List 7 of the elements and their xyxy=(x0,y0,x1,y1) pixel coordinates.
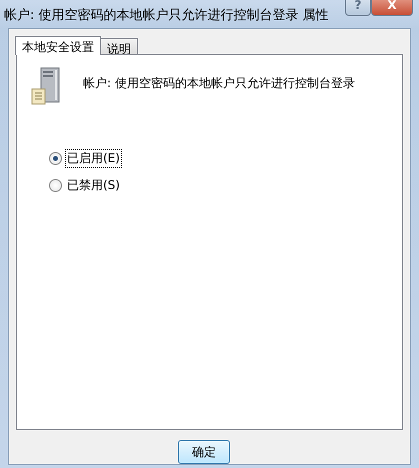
policy-title: 帐户: 使用空密码的本地帐户只允许进行控制台登录 xyxy=(83,75,355,92)
tab[interactable]: 本地安全设置 xyxy=(15,36,101,55)
ok-button[interactable]: 确定 xyxy=(178,440,230,464)
help-button[interactable]: ? xyxy=(345,0,371,16)
tab[interactable]: 说明 xyxy=(100,38,138,54)
window-title: 帐户: 使用空密码的本地帐户只允许进行控制台登录 属性 xyxy=(3,7,329,24)
radio-option[interactable]: 已禁用(S) xyxy=(49,176,122,195)
